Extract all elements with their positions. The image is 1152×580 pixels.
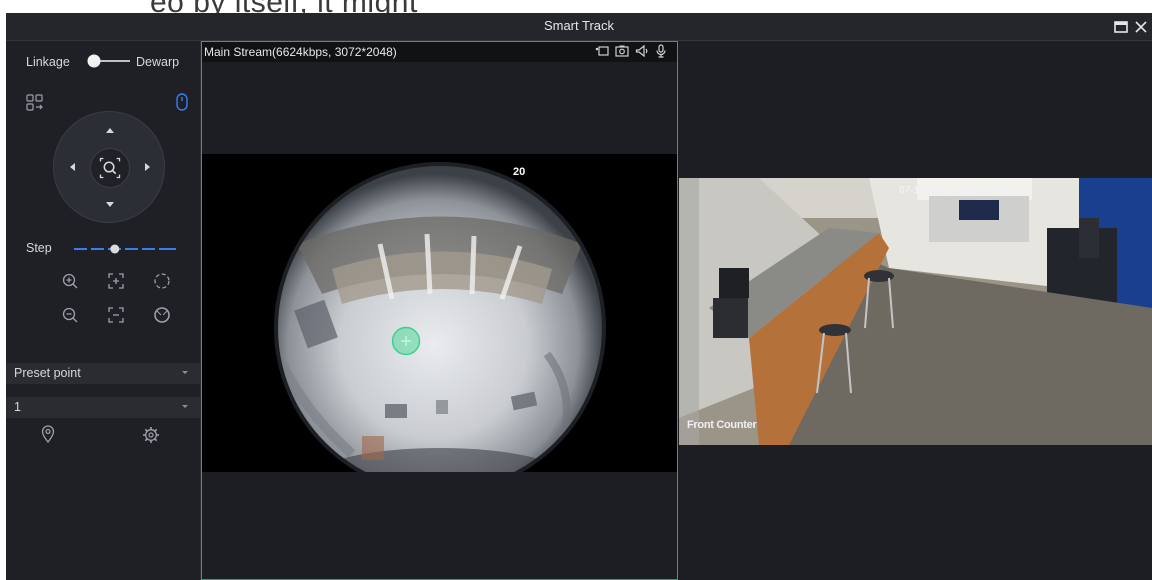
ptz-direction-wheel: [53, 111, 165, 223]
preset-mode-value: Preset point: [14, 366, 81, 380]
focus-far-icon[interactable]: [107, 306, 125, 324]
close-icon[interactable]: [1134, 20, 1148, 34]
step-label: Step: [26, 241, 52, 255]
iris-close-icon[interactable]: [153, 306, 171, 324]
zoom-out-icon[interactable]: [61, 306, 79, 324]
gear-icon[interactable]: [142, 426, 160, 444]
fisheye-video-frame: [274, 162, 606, 472]
preset-number-select[interactable]: 1: [6, 397, 200, 418]
step-slider-thumb[interactable]: [110, 244, 120, 254]
pan-left-button[interactable]: [66, 160, 80, 174]
stream-info: Main Stream(6624kbps, 3072*2048): [204, 45, 397, 59]
ptz-camera-video-view[interactable]: 07-18-2018 1 8:00:14 AM Front Counter: [679, 178, 1152, 445]
stream-header: Main Stream(6624kbps, 3072*2048): [202, 42, 677, 62]
speaker-icon[interactable]: [635, 44, 649, 58]
location-pin-icon[interactable]: [41, 425, 55, 443]
pan-down-button[interactable]: [103, 197, 117, 211]
maximize-icon[interactable]: [1114, 21, 1128, 33]
fisheye-video-view[interactable]: 20: [202, 154, 677, 472]
window-title: Smart Track: [543, 18, 615, 33]
zoom-in-icon[interactable]: [61, 272, 79, 290]
layout-switch-icon[interactable]: [26, 94, 44, 112]
record-icon[interactable]: [595, 44, 609, 58]
pan-right-button[interactable]: [140, 160, 154, 174]
linkage-dewarp-toggle[interactable]: [86, 53, 130, 69]
chevron-down-icon: [182, 405, 188, 408]
preset-number-value: 1: [14, 400, 21, 414]
iris-open-icon[interactable]: [153, 272, 171, 290]
dewarp-label: Dewarp: [136, 55, 180, 69]
pan-up-button[interactable]: [103, 124, 117, 138]
mouse-icon[interactable]: [176, 93, 188, 111]
fisheye-overlay-timestamp: 20: [513, 166, 526, 178]
focus-near-icon[interactable]: [107, 272, 125, 290]
smart-track-window: Smart Track Linkage Dewarp Step Preset p…: [6, 13, 1152, 580]
microphone-icon[interactable]: [654, 44, 668, 58]
preset-mode-select[interactable]: Preset point: [6, 363, 200, 384]
track-target-marker[interactable]: [391, 326, 421, 356]
linkage-label: Linkage: [26, 55, 70, 69]
chevron-down-icon: [182, 371, 188, 374]
ptz-control-panel: Linkage Dewarp Step Preset point 1: [6, 41, 201, 580]
ptz-view-panel: 07-18-2018 1 8:00:14 AM Front Counter: [679, 41, 1152, 580]
ptz-overlay-timestamp: 07-18-2018 1 8:00:14 AM: [899, 184, 1013, 196]
ptz-center-button[interactable]: [90, 148, 130, 188]
ptz-overlay-label: Front Counter: [687, 419, 757, 431]
ptz-video-frame: [679, 178, 1152, 445]
main-stream-panel: Main Stream(6624kbps, 3072*2048) 20: [201, 41, 678, 580]
camera-icon[interactable]: [615, 44, 629, 58]
step-slider[interactable]: [72, 243, 178, 255]
title-bar: Smart Track: [6, 13, 1152, 41]
area-zoom-icon: [99, 157, 121, 179]
